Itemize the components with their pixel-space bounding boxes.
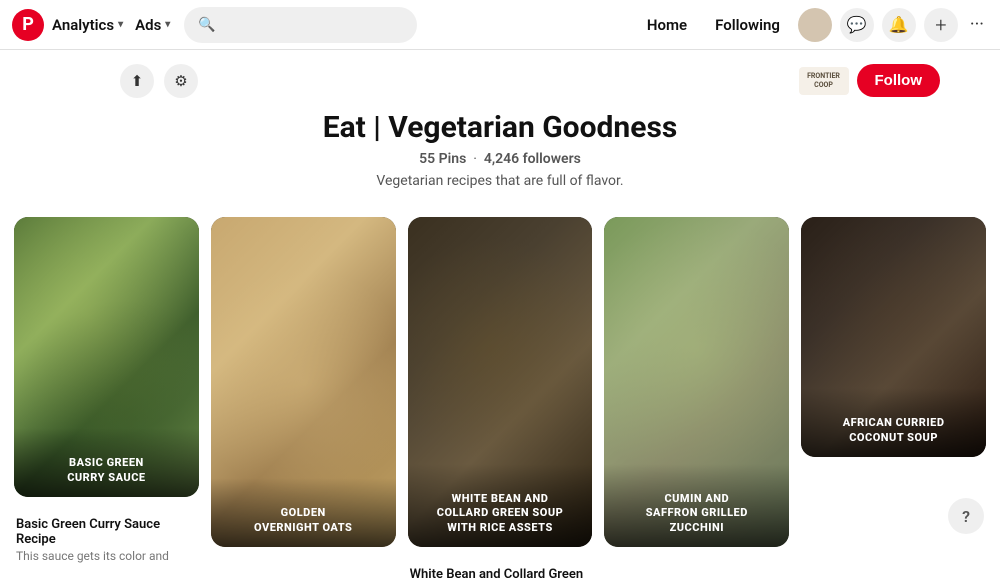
pin-caption-curry: Basic Green Curry Sauce Recipe This sauc… — [14, 509, 199, 565]
settings-button[interactable]: ⚙ — [164, 64, 198, 98]
pin-card-zucchini[interactable]: CUMIN ANDSAFFRON GRILLEDZUCCHINI — [604, 217, 789, 547]
pin-card-coconut[interactable]: AFRICAN CURRIEDCOCONUT SOUP — [801, 217, 986, 457]
pin-image-coconut: AFRICAN CURRIEDCOCONUT SOUP — [801, 217, 986, 457]
search-input[interactable] — [224, 17, 403, 33]
notifications-button[interactable]: 🔔 — [882, 8, 916, 42]
help-icon: ? — [962, 507, 970, 526]
pin-column-3: WHITE BEAN ANDCOLLARD GREEN SOUPWITH RIC… — [408, 217, 593, 584]
pinterest-logo[interactable]: P — [12, 9, 44, 41]
ads-chevron-icon: ▾ — [165, 19, 170, 30]
board-meta: 55 Pins · 4,246 followers — [419, 151, 581, 167]
pin-caption-soup: White Bean and Collard Green — [408, 559, 593, 584]
pin-label-soup: WHITE BEAN ANDCOLLARD GREEN SOUPWITH RIC… — [408, 464, 593, 547]
pin-column-4: CUMIN ANDSAFFRON GRILLEDZUCCHINI — [604, 217, 789, 547]
follow-area: FRONTIERCOOP Follow — [799, 64, 941, 97]
pin-title-soup: White Bean and Collard Green — [410, 567, 589, 582]
search-bar[interactable]: 🔍 — [184, 7, 416, 43]
ads-nav[interactable]: Ads ▾ — [135, 16, 170, 34]
bell-icon: 🔔 — [889, 15, 909, 34]
following-nav[interactable]: Following — [705, 16, 790, 34]
board-header: ⬆ ⚙ FRONTIERCOOP Follow Eat | Vegetarian… — [0, 50, 1000, 199]
pin-label-coconut: AFRICAN CURRIEDCOCONUT SOUP — [801, 388, 986, 457]
settings-icon: ⚙ — [174, 72, 187, 90]
chat-icon: 💬 — [847, 15, 867, 34]
share-button[interactable]: ⬆ — [120, 64, 154, 98]
pin-title-curry: Basic Green Curry Sauce Recipe — [16, 517, 195, 547]
pin-card-soup[interactable]: WHITE BEAN ANDCOLLARD GREEN SOUPWITH RIC… — [408, 217, 593, 547]
pin-image-oats: GOLDENOVERNIGHT OATS — [211, 217, 396, 547]
navbar: P Analytics ▾ Ads ▾ 🔍 Home Following 💬 🔔… — [0, 0, 1000, 50]
avatar[interactable] — [798, 8, 832, 42]
plus-icon: + — [935, 13, 946, 37]
pin-grid: BASIC GREENCURRY SAUCE Basic Green Curry… — [0, 199, 1000, 584]
frontier-label: FRONTIERCOOP — [807, 72, 840, 89]
upload-icon: ⬆ — [131, 72, 144, 90]
more-button[interactable]: ··· — [966, 14, 988, 35]
add-button[interactable]: + — [924, 8, 958, 42]
follow-button[interactable]: Follow — [857, 64, 941, 97]
help-button[interactable]: ? — [948, 498, 984, 534]
pin-column-2: GOLDENOVERNIGHT OATS — [211, 217, 396, 547]
pinterest-icon: P — [22, 14, 34, 35]
search-icon: 🔍 — [198, 17, 215, 33]
pin-card-oats[interactable]: GOLDENOVERNIGHT OATS — [211, 217, 396, 547]
pin-image-zucchini: CUMIN ANDSAFFRON GRILLEDZUCCHINI — [604, 217, 789, 547]
analytics-nav[interactable]: Analytics ▾ — [52, 16, 123, 34]
home-nav[interactable]: Home — [637, 16, 697, 34]
messages-button[interactable]: 💬 — [840, 8, 874, 42]
pin-card-curry[interactable]: BASIC GREENCURRY SAUCE — [14, 217, 199, 497]
pin-column-5: AFRICAN CURRIEDCOCONUT SOUP — [801, 217, 986, 457]
pin-image-soup: WHITE BEAN ANDCOLLARD GREEN SOUPWITH RIC… — [408, 217, 593, 547]
followers-count: 4,246 followers — [484, 151, 581, 167]
pin-sub-curry: This sauce gets its color and — [16, 549, 195, 563]
board-title: Eat | Vegetarian Goodness — [323, 110, 678, 145]
pin-label-zucchini: CUMIN ANDSAFFRON GRILLEDZUCCHINI — [604, 464, 789, 547]
ads-label: Ads — [135, 16, 161, 34]
pins-count: 55 Pins — [419, 151, 466, 167]
analytics-chevron-icon: ▾ — [118, 19, 123, 30]
analytics-label: Analytics — [52, 16, 114, 34]
pin-label-oats: GOLDENOVERNIGHT OATS — [211, 478, 396, 547]
pin-label-curry: BASIC GREENCURRY SAUCE — [14, 428, 199, 497]
board-description: Vegetarian recipes that are full of flav… — [376, 173, 623, 189]
pin-image-curry: BASIC GREENCURRY SAUCE — [14, 217, 199, 497]
frontier-logo: FRONTIERCOOP — [799, 67, 849, 95]
pin-column-1: BASIC GREENCURRY SAUCE Basic Green Curry… — [14, 217, 199, 565]
board-actions: ⬆ ⚙ — [0, 64, 198, 98]
